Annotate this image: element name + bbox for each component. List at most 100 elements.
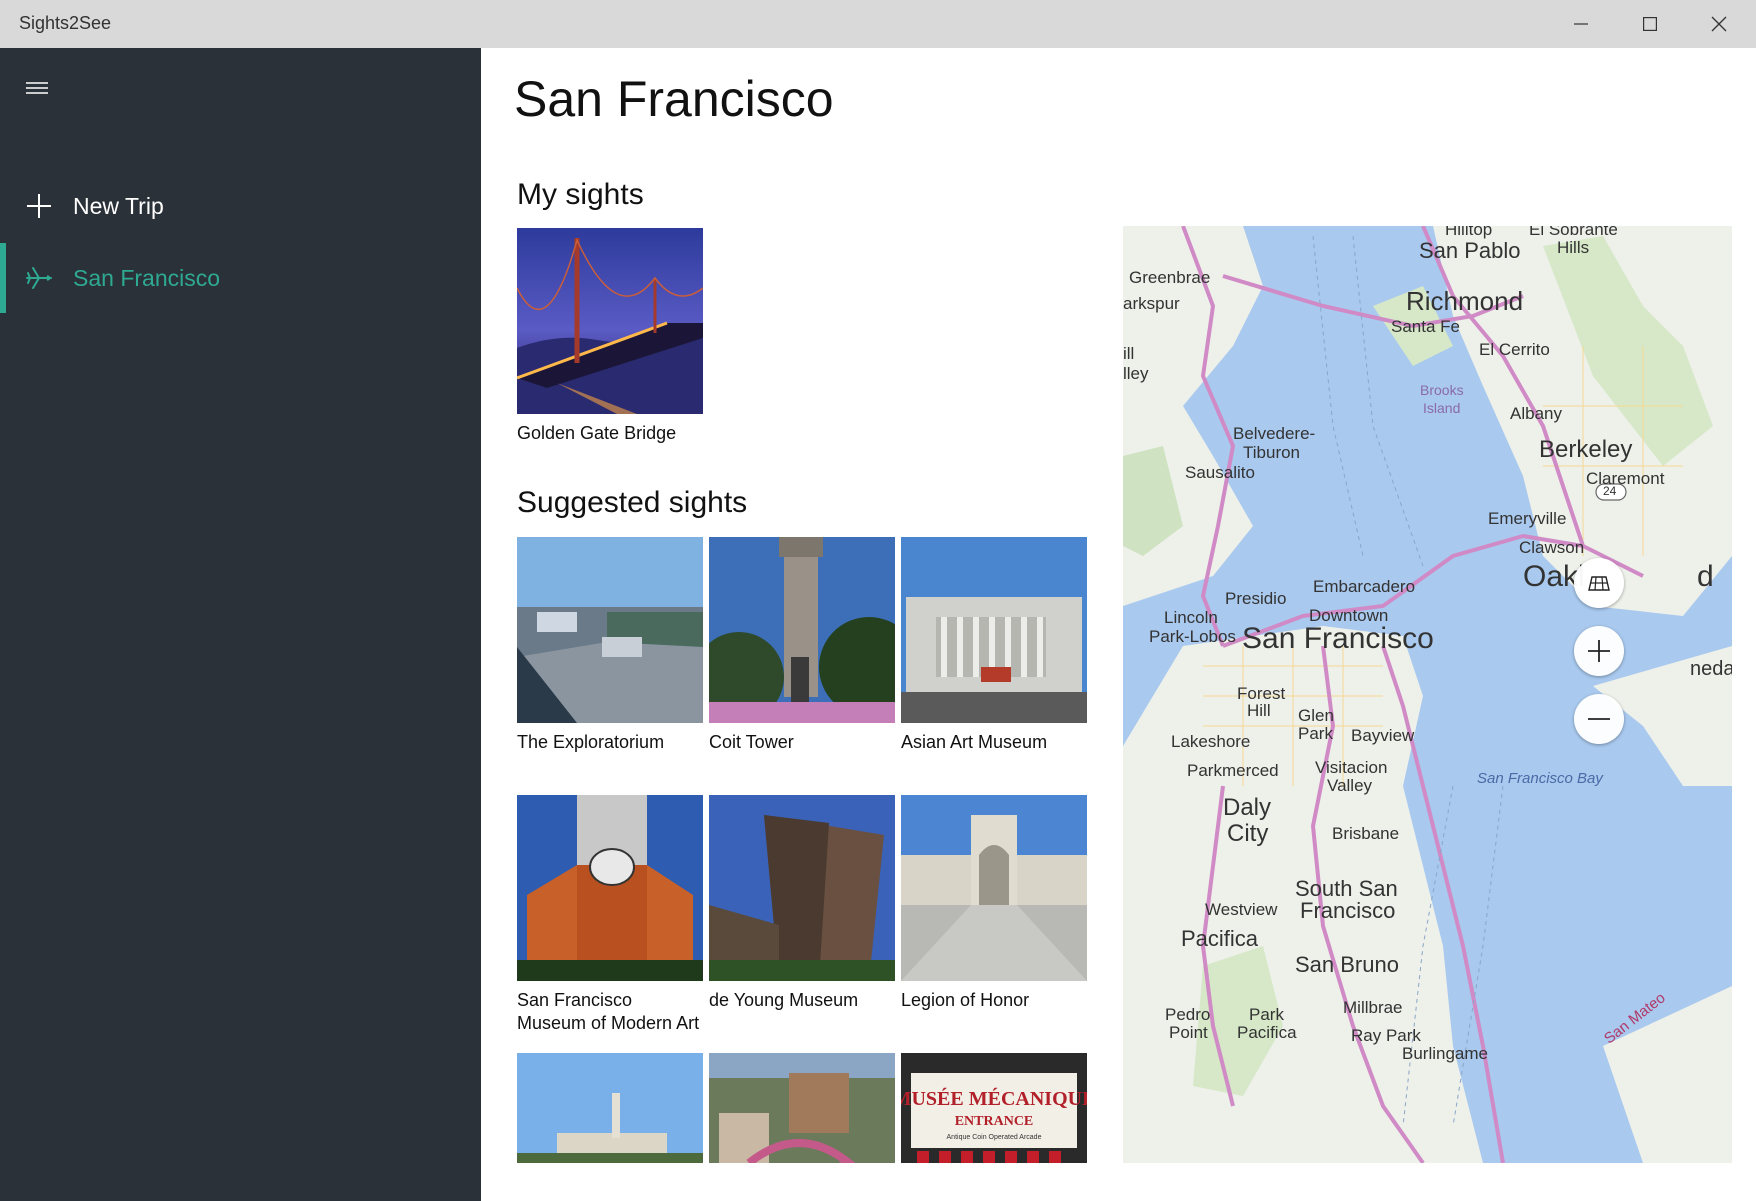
- map-label: Millbrae: [1343, 998, 1403, 1017]
- map-label: Glen: [1298, 706, 1334, 725]
- map-label: San Pablo: [1419, 238, 1521, 263]
- maximize-icon: [1643, 17, 1657, 31]
- map-label: Visitacion: [1315, 758, 1388, 777]
- map-label: Point: [1169, 1023, 1208, 1042]
- map-label: Berkeley: [1539, 436, 1633, 463]
- musee-line2: ENTRANCE: [955, 1114, 1034, 1129]
- sight-thumbnail: [517, 795, 703, 981]
- minimize-button[interactable]: [1547, 0, 1615, 48]
- map-label: d: [1697, 560, 1714, 593]
- map-label: Pedro: [1165, 1005, 1211, 1024]
- nav-item-new-trip[interactable]: New Trip: [0, 171, 481, 241]
- sight-tile-legion-of-honor[interactable]: Legion of Honor: [901, 795, 1087, 1012]
- map-label: lley: [1123, 364, 1149, 383]
- map-label: Richmond: [1406, 286, 1524, 316]
- route-shield-label: 24: [1603, 484, 1617, 498]
- map-label: Pacifica: [1237, 1023, 1297, 1042]
- map-label: ill: [1123, 344, 1135, 363]
- sight-thumbnail: MUSÉE MÉCANIQUE ENTRANCE Antique Coin Op…: [901, 1053, 1087, 1163]
- close-icon: [1711, 16, 1727, 32]
- zoom-out-icon: [1588, 718, 1610, 720]
- map-label: Belvedere-: [1233, 424, 1316, 443]
- map-label: Burlingame: [1402, 1044, 1488, 1063]
- map-style-icon: [1588, 576, 1610, 591]
- plus-icon: [24, 191, 54, 221]
- map-label: Hills: [1557, 238, 1590, 257]
- map-label: neda: [1690, 658, 1732, 680]
- maximize-button[interactable]: [1616, 0, 1684, 48]
- map-view[interactable]: Hilltop El Sobrante Hills San Pablo Gree…: [1123, 226, 1732, 1163]
- map-label: Hill: [1247, 701, 1271, 720]
- sight-thumbnail: [901, 537, 1087, 723]
- sight-tile-exploratorium[interactable]: The Exploratorium: [517, 537, 703, 754]
- sight-thumbnail: [709, 537, 895, 723]
- hamburger-icon: [26, 82, 48, 94]
- close-button[interactable]: [1685, 0, 1753, 48]
- sight-tile-musee-mecanique[interactable]: MUSÉE MÉCANIQUE ENTRANCE Antique Coin Op…: [901, 1053, 1087, 1163]
- map-label: Park-Lobos: [1149, 627, 1236, 646]
- map-label: Daly: [1223, 794, 1272, 821]
- app-title: Sights2See: [19, 13, 112, 33]
- minimize-icon: [1574, 23, 1588, 25]
- sight-caption: Golden Gate Bridge: [517, 423, 677, 443]
- main-content: San Francisco My sights Golden Gate Brid…: [481, 48, 1756, 1201]
- zoom-out-button[interactable]: [1574, 694, 1624, 744]
- title-bar: Sights2See: [0, 0, 1756, 49]
- sight-thumbnail: [709, 795, 895, 981]
- map-label: Albany: [1510, 404, 1562, 423]
- map-label: Lakeshore: [1171, 732, 1251, 751]
- map-label: Ray Park: [1351, 1026, 1421, 1045]
- zoom-in-icon: [1588, 640, 1610, 662]
- map-label: Claremont: [1586, 469, 1665, 488]
- sight-caption: Asian Art Museum: [901, 732, 1048, 752]
- hamburger-button[interactable]: [24, 78, 54, 102]
- sight-thumbnail: [517, 228, 703, 414]
- page-title: San Francisco: [514, 71, 834, 127]
- sight-tile-de-young-museum[interactable]: de Young Museum: [709, 795, 895, 1012]
- map-label: El Cerrito: [1479, 340, 1550, 359]
- map-label: Presidio: [1225, 589, 1287, 608]
- map-style-button[interactable]: [1574, 558, 1624, 608]
- sight-caption: de Young Museum: [709, 990, 859, 1010]
- map-label: San Francisco Bay: [1477, 770, 1603, 787]
- suggested-sights-heading: Suggested sights: [517, 486, 748, 519]
- map-label: Sausalito: [1185, 463, 1255, 482]
- selection-indicator: [0, 243, 6, 313]
- map-label: Clawson: [1519, 538, 1585, 557]
- sight-tile-coit-tower[interactable]: Coit Tower: [709, 537, 895, 754]
- map-label: Lincoln: [1164, 608, 1218, 627]
- nav-item-label: New Trip: [73, 192, 164, 219]
- sight-tile-golden-gate-bridge[interactable]: Golden Gate Bridge: [517, 228, 703, 445]
- map-label: Bayview: [1351, 726, 1415, 745]
- sight-tile-sfmoma[interactable]: San Francisco Museum of Modern Art: [517, 795, 703, 1035]
- zoom-in-button[interactable]: [1574, 626, 1624, 676]
- sight-tile-lombard-street[interactable]: [709, 1053, 895, 1163]
- nav-item-san-francisco[interactable]: San Francisco: [0, 243, 481, 313]
- musee-line1: MUSÉE MÉCANIQUE: [901, 1087, 1087, 1110]
- map-label: Brisbane: [1332, 824, 1400, 843]
- map-label: Tiburon: [1243, 443, 1301, 462]
- map-label: arkspur: [1123, 294, 1180, 313]
- map-label: Brooks: [1420, 382, 1464, 398]
- map-label: San Francisco: [1242, 622, 1434, 655]
- map-label: Francisco: [1300, 898, 1396, 923]
- sight-caption: The Exploratorium: [517, 732, 665, 752]
- map-label: Valley: [1327, 776, 1373, 795]
- sight-tile-asian-art-museum[interactable]: Asian Art Museum: [901, 537, 1087, 754]
- map-label: Emeryville: [1488, 509, 1567, 528]
- map-label: City: [1227, 820, 1269, 847]
- map-label: Island: [1423, 400, 1461, 416]
- map-label: Pacifica: [1181, 926, 1259, 951]
- sight-tile-alcatraz[interactable]: [517, 1053, 703, 1163]
- map-label: Park: [1249, 1005, 1284, 1024]
- musee-line3: Antique Coin Operated Arcade: [947, 1134, 1042, 1141]
- map-label: Park: [1298, 724, 1333, 743]
- nav-item-label: San Francisco: [73, 264, 221, 291]
- my-sights-heading: My sights: [517, 178, 644, 211]
- sight-thumbnail: [517, 1053, 703, 1163]
- map-label: Parkmerced: [1187, 761, 1279, 780]
- sight-caption: San Francisco Museum of Modern Art: [517, 990, 700, 1033]
- sight-thumbnail: [517, 537, 703, 723]
- map-label: Santa Fe: [1391, 317, 1460, 336]
- map-label: Greenbrae: [1129, 268, 1211, 287]
